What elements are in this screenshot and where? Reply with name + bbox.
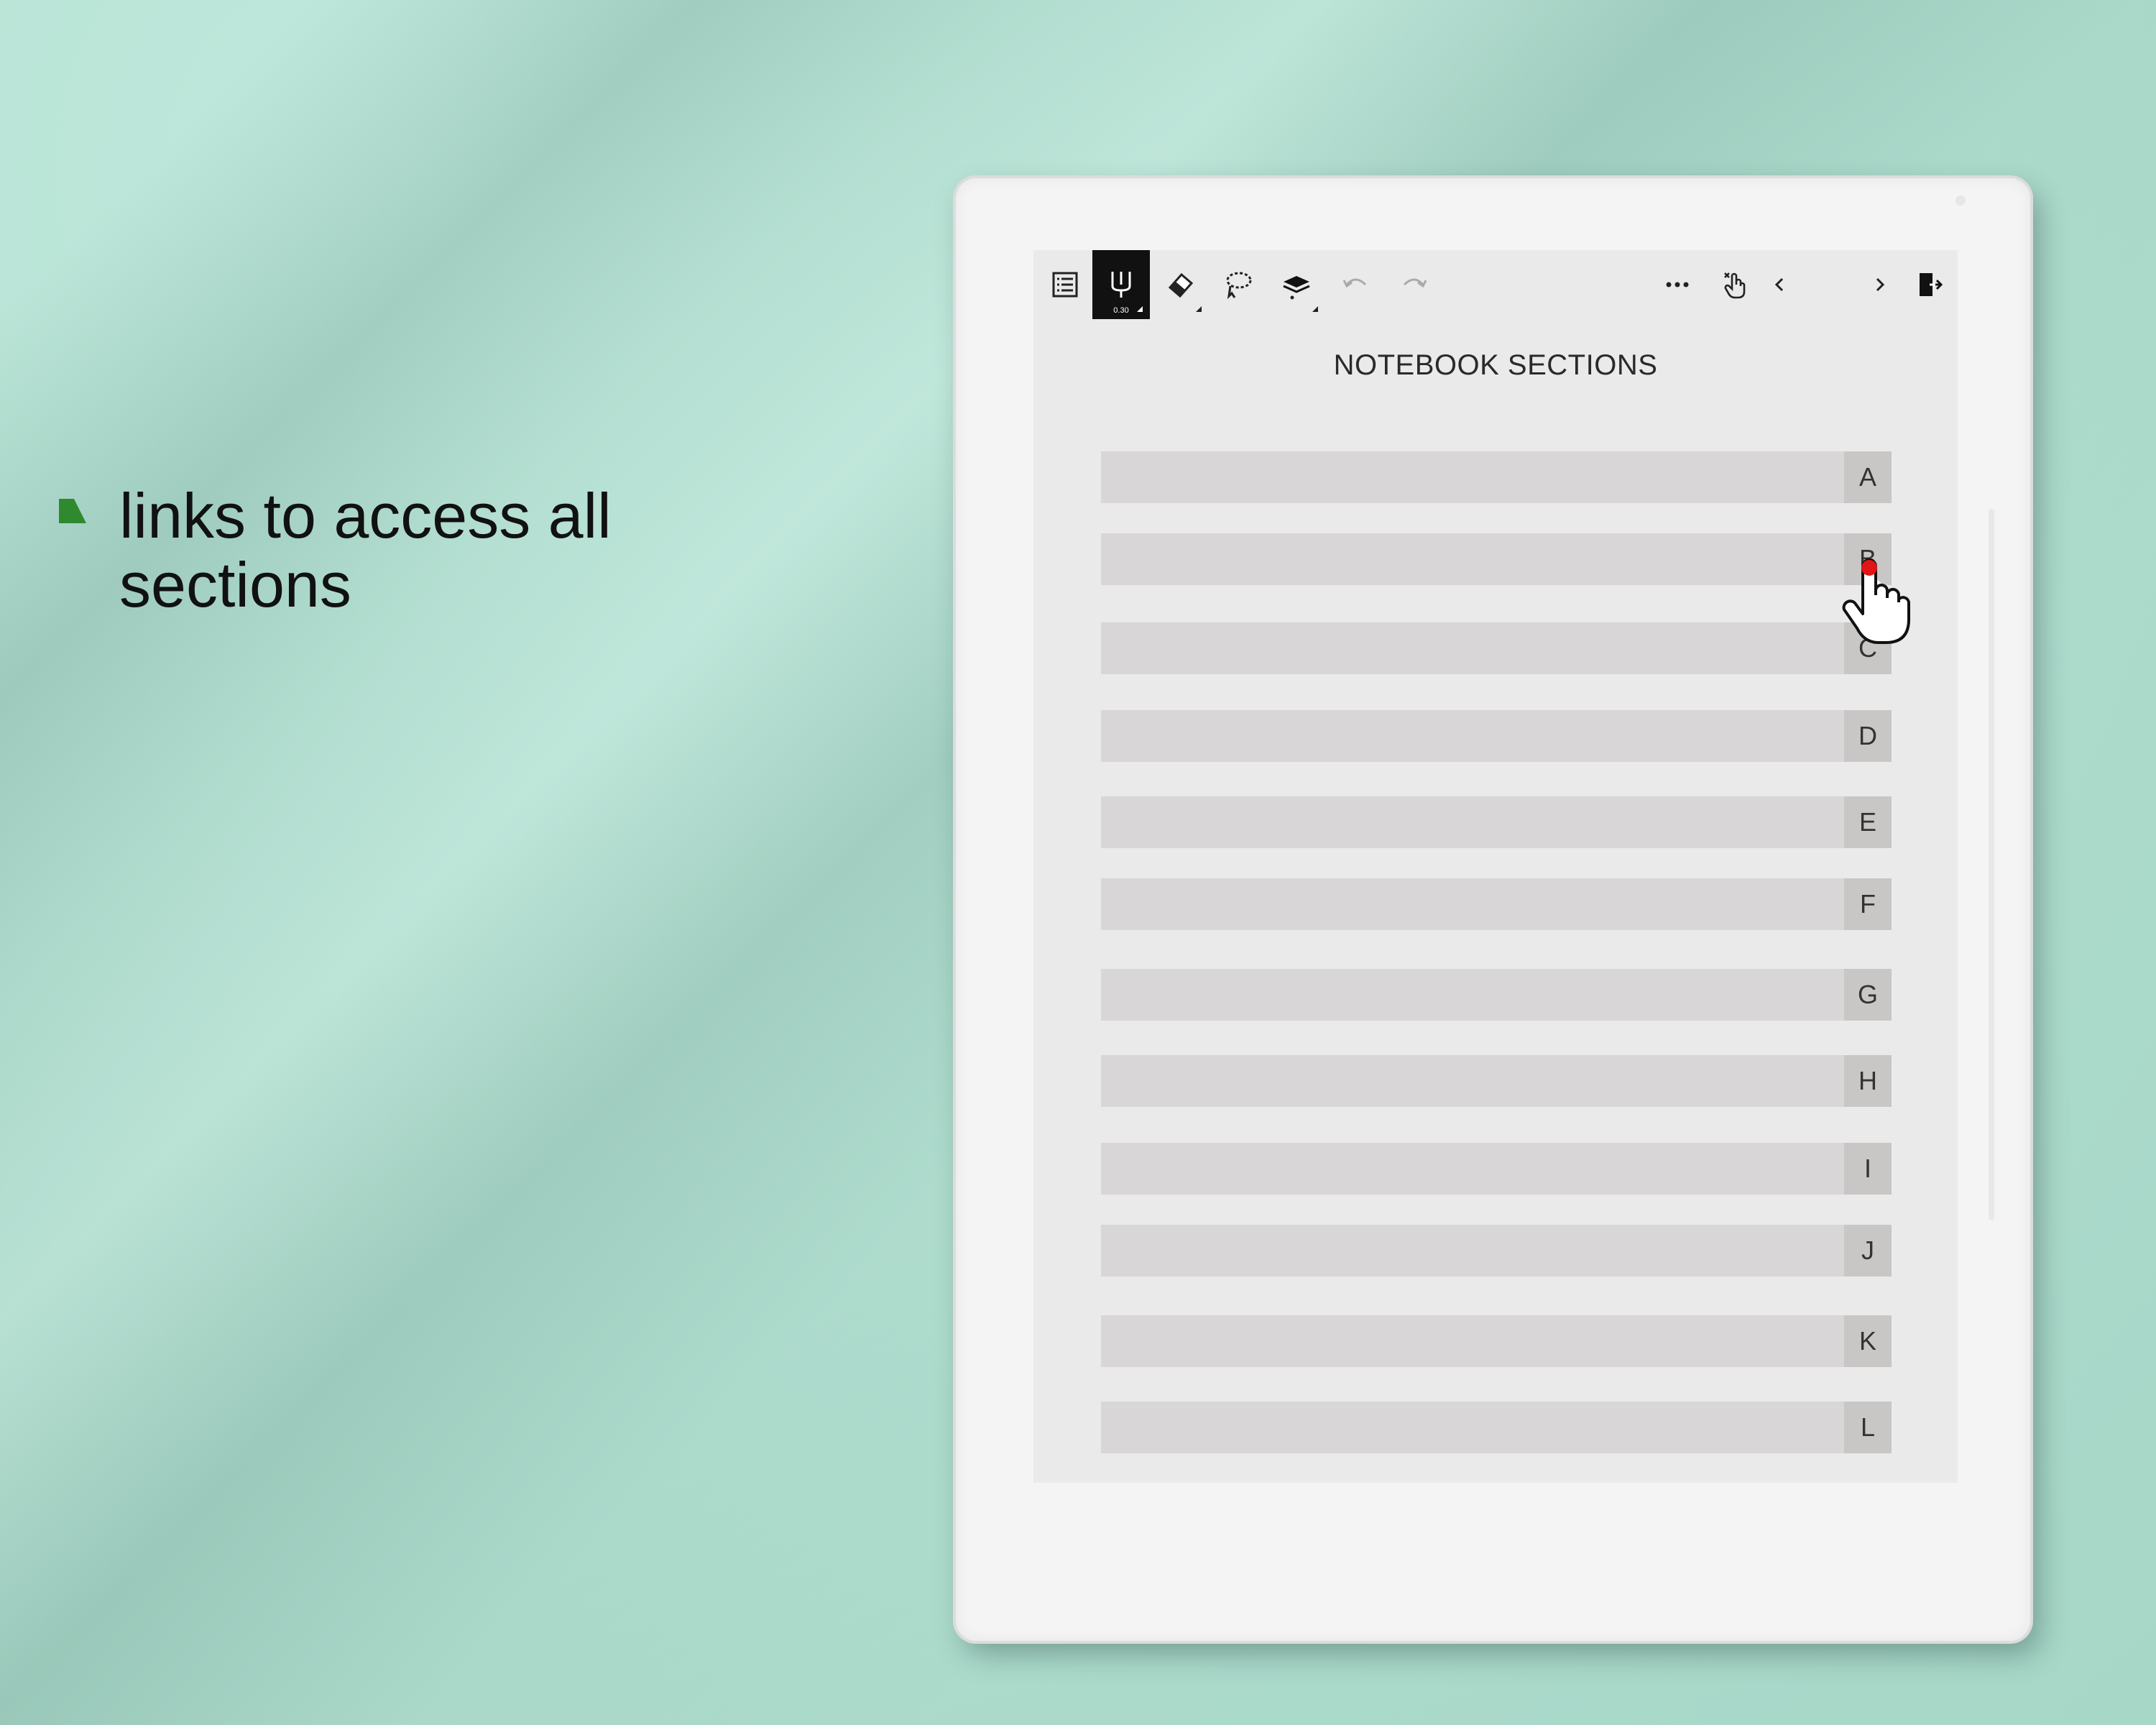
table-of-contents-button[interactable] [1036,250,1094,319]
list-icon [1052,272,1078,298]
section-letter: K [1844,1315,1892,1367]
tablet-device: 0.30 NOTEBOOK SECTIONS A C D E F G H I J… [956,178,2030,1641]
scrollbar[interactable] [1989,509,1994,1220]
dropdown-triangle-icon [1137,306,1143,312]
touch-toggle-button[interactable] [1706,250,1764,319]
dropdown-triangle-icon [1196,306,1202,312]
redo-icon [1403,278,1427,288]
section-letter: A [1844,451,1892,503]
undo-icon [1342,278,1367,288]
bullet-marker [59,499,86,523]
section-link-j[interactable]: J [1101,1225,1892,1276]
section-link-l[interactable]: L [1101,1402,1892,1453]
undo-button[interactable] [1327,250,1384,319]
tap-indicator [1861,560,1877,576]
chevron-left-icon [1774,277,1784,292]
section-letter: L [1844,1402,1892,1453]
section-letter: G [1844,969,1892,1021]
redo-button[interactable] [1386,250,1443,319]
feature-caption: links to access all sections [59,482,709,620]
more-options-button[interactable] [1649,250,1706,319]
hand-pointer-icon [1842,558,1910,644]
pen-icon [1111,272,1131,298]
page-title: NOTEBOOK SECTIONS [1333,349,1658,381]
section-letter: J [1844,1225,1892,1276]
toolbar: 0.30 [1033,250,1958,319]
more-icon [1666,282,1689,288]
caption-text: links to access all sections [119,480,612,620]
eraser-tool-button[interactable] [1151,250,1209,319]
section-link-e[interactable]: E [1101,796,1892,848]
section-letter: D [1844,710,1892,762]
eraser-icon [1168,272,1194,298]
device-screen: 0.30 NOTEBOOK SECTIONS A C D E F G H I J… [1033,250,1958,1483]
section-link-c[interactable]: C [1101,622,1892,674]
exit-icon [1920,273,1943,296]
device-sensor [1955,196,1966,206]
section-link-g[interactable]: G [1101,969,1892,1021]
lasso-tool-button[interactable] [1209,250,1266,319]
layers-button[interactable] [1268,250,1325,319]
section-link-h[interactable]: H [1101,1055,1892,1107]
chevron-right-icon [1876,277,1885,292]
section-letter: I [1844,1143,1892,1195]
section-link-d[interactable]: D [1101,710,1892,762]
section-link-a[interactable]: A [1101,451,1892,503]
pen-tool-button[interactable]: 0.30 [1092,250,1150,319]
section-letter: E [1844,796,1892,848]
next-page-button[interactable] [1858,250,1902,319]
section-link-b[interactable]: B [1101,533,1892,585]
lasso-icon [1226,272,1252,300]
section-letter: H [1844,1055,1892,1107]
previous-page-button[interactable] [1758,250,1801,319]
section-letter: F [1844,878,1892,930]
exit-button[interactable] [1906,250,1953,319]
section-link-f[interactable]: F [1101,878,1892,930]
section-link-i[interactable]: I [1101,1143,1892,1195]
layers-icon [1283,276,1310,300]
hand-touch-icon [1724,272,1746,299]
section-link-k[interactable]: K [1101,1315,1892,1367]
dropdown-triangle-icon [1312,306,1318,312]
